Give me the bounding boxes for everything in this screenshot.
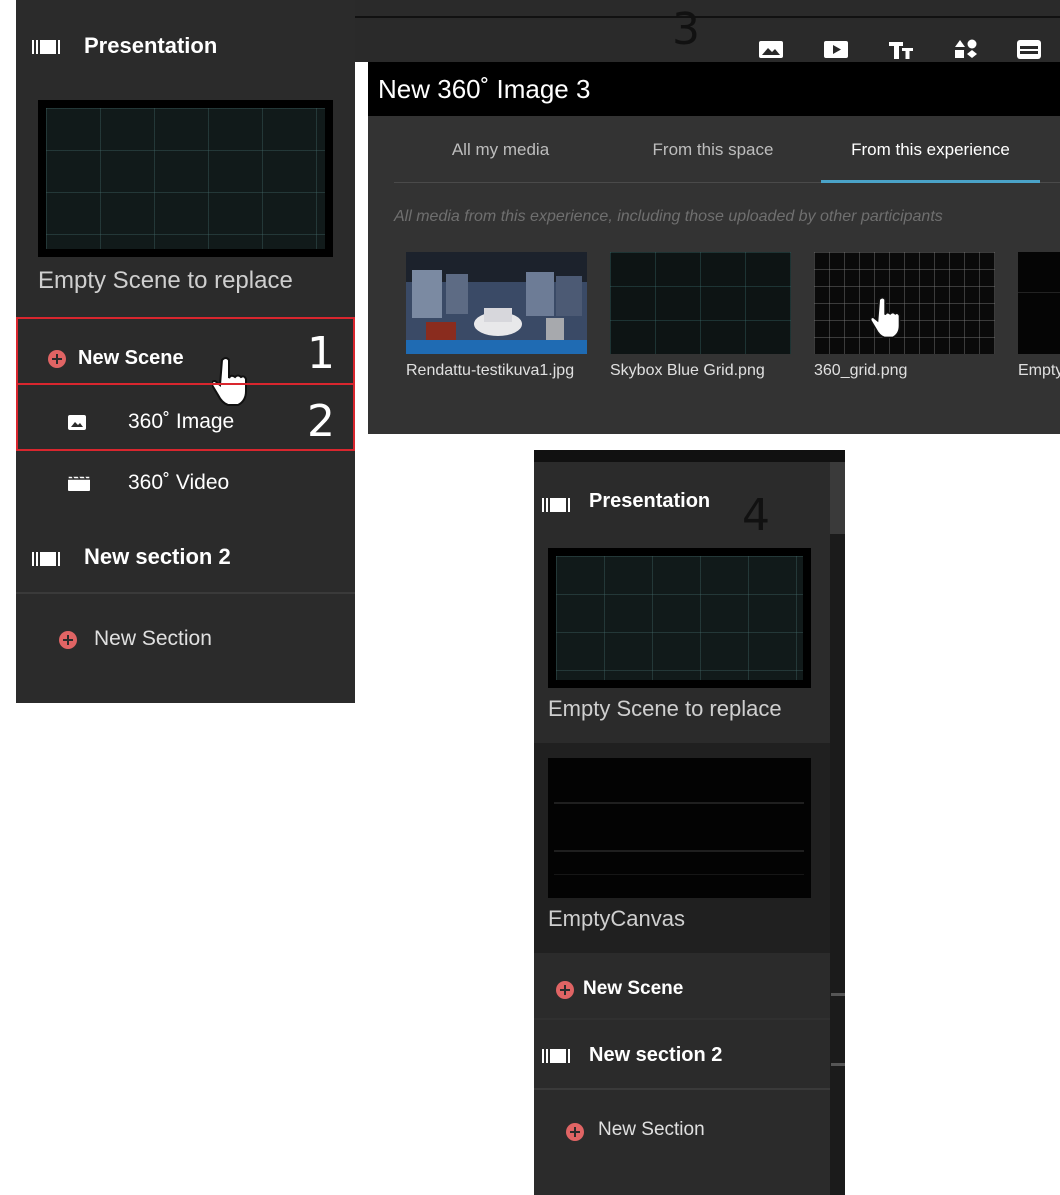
section-icon bbox=[32, 40, 62, 54]
section-title: New section 2 bbox=[589, 1044, 723, 1066]
add-icon bbox=[556, 981, 574, 999]
video-clapper-icon bbox=[67, 475, 91, 491]
dialog-header: New 360˚ Image 3 bbox=[368, 62, 1060, 116]
submenu-360-video[interactable]: 360˚ Video bbox=[128, 471, 229, 495]
media-hint-text: All media from this experience, includin… bbox=[394, 208, 943, 225]
section-icon bbox=[542, 498, 572, 512]
media-thumbnail[interactable] bbox=[1018, 252, 1060, 354]
section-title: New section 2 bbox=[84, 544, 231, 569]
section-header-presentation[interactable]: Presentation bbox=[16, 18, 355, 78]
text-icon[interactable] bbox=[888, 38, 914, 60]
scene-sidebar-result: Presentation Empty Scene to replace Empt… bbox=[534, 450, 845, 1195]
section-icon bbox=[32, 552, 62, 566]
divider bbox=[16, 592, 355, 594]
media-filename: Empty bbox=[1018, 362, 1060, 379]
layout-icon[interactable] bbox=[1016, 38, 1042, 60]
add-icon bbox=[566, 1123, 584, 1141]
decor-line bbox=[831, 1063, 845, 1066]
scrollbar[interactable] bbox=[830, 462, 845, 1195]
scene-label[interactable]: Empty Scene to replace bbox=[38, 267, 293, 295]
media-thumbnail[interactable] bbox=[406, 252, 587, 354]
video-icon[interactable] bbox=[823, 38, 849, 60]
highlight-box-2 bbox=[16, 383, 355, 451]
step-number-2: 2 bbox=[307, 396, 335, 447]
highlight-box-1 bbox=[16, 317, 355, 385]
media-thumbnail[interactable] bbox=[610, 252, 791, 354]
add-icon bbox=[59, 631, 77, 649]
decor-line bbox=[831, 993, 845, 996]
shapes-icon[interactable] bbox=[953, 38, 979, 60]
scene-thumbnail[interactable] bbox=[548, 758, 811, 898]
media-picker-dialog: New 360˚ Image 3 All my media From this … bbox=[368, 62, 1060, 434]
section-header-presentation[interactable]: Presentation bbox=[534, 478, 830, 538]
scene-thumbnail[interactable] bbox=[38, 100, 333, 257]
new-section-button[interactable]: New Section bbox=[94, 627, 212, 651]
new-section-button[interactable]: New Section bbox=[598, 1119, 705, 1141]
editor-toolbar bbox=[355, 0, 1060, 62]
tab-all-my-media[interactable]: All my media bbox=[438, 140, 563, 160]
step-number-3: 3 bbox=[672, 4, 700, 55]
scene-label[interactable]: EmptyCanvas bbox=[548, 906, 685, 932]
media-filename: Rendattu-testikuva1.jpg bbox=[406, 362, 575, 379]
scene-label[interactable]: Empty Scene to replace bbox=[548, 696, 782, 722]
divider bbox=[534, 1088, 830, 1090]
section-header-new-section-2[interactable]: New section 2 bbox=[534, 1028, 830, 1088]
hand-cursor-icon bbox=[870, 296, 901, 339]
section-title: Presentation bbox=[84, 33, 218, 58]
divider bbox=[534, 1018, 830, 1020]
tab-from-this-space[interactable]: From this space bbox=[643, 140, 783, 160]
step-number-4: 4 bbox=[742, 490, 770, 541]
active-tab-indicator bbox=[821, 180, 1040, 183]
image-icon[interactable] bbox=[758, 38, 784, 60]
section-title: Presentation bbox=[589, 490, 711, 512]
dialog-title: New 360˚ Image 3 bbox=[378, 74, 591, 104]
section-header-new-section-2[interactable]: New section 2 bbox=[16, 530, 355, 590]
step-number-1: 1 bbox=[307, 328, 335, 379]
media-thumbnail[interactable] bbox=[814, 252, 995, 354]
new-scene-button[interactable]: New Scene bbox=[583, 978, 683, 1000]
media-filename: Skybox Blue Grid.png bbox=[610, 362, 765, 379]
media-filename: 360_grid.png bbox=[814, 362, 908, 379]
tab-from-this-experience[interactable]: From this experience bbox=[821, 140, 1040, 160]
section-icon bbox=[542, 1049, 572, 1063]
scene-thumbnail[interactable] bbox=[548, 548, 811, 688]
